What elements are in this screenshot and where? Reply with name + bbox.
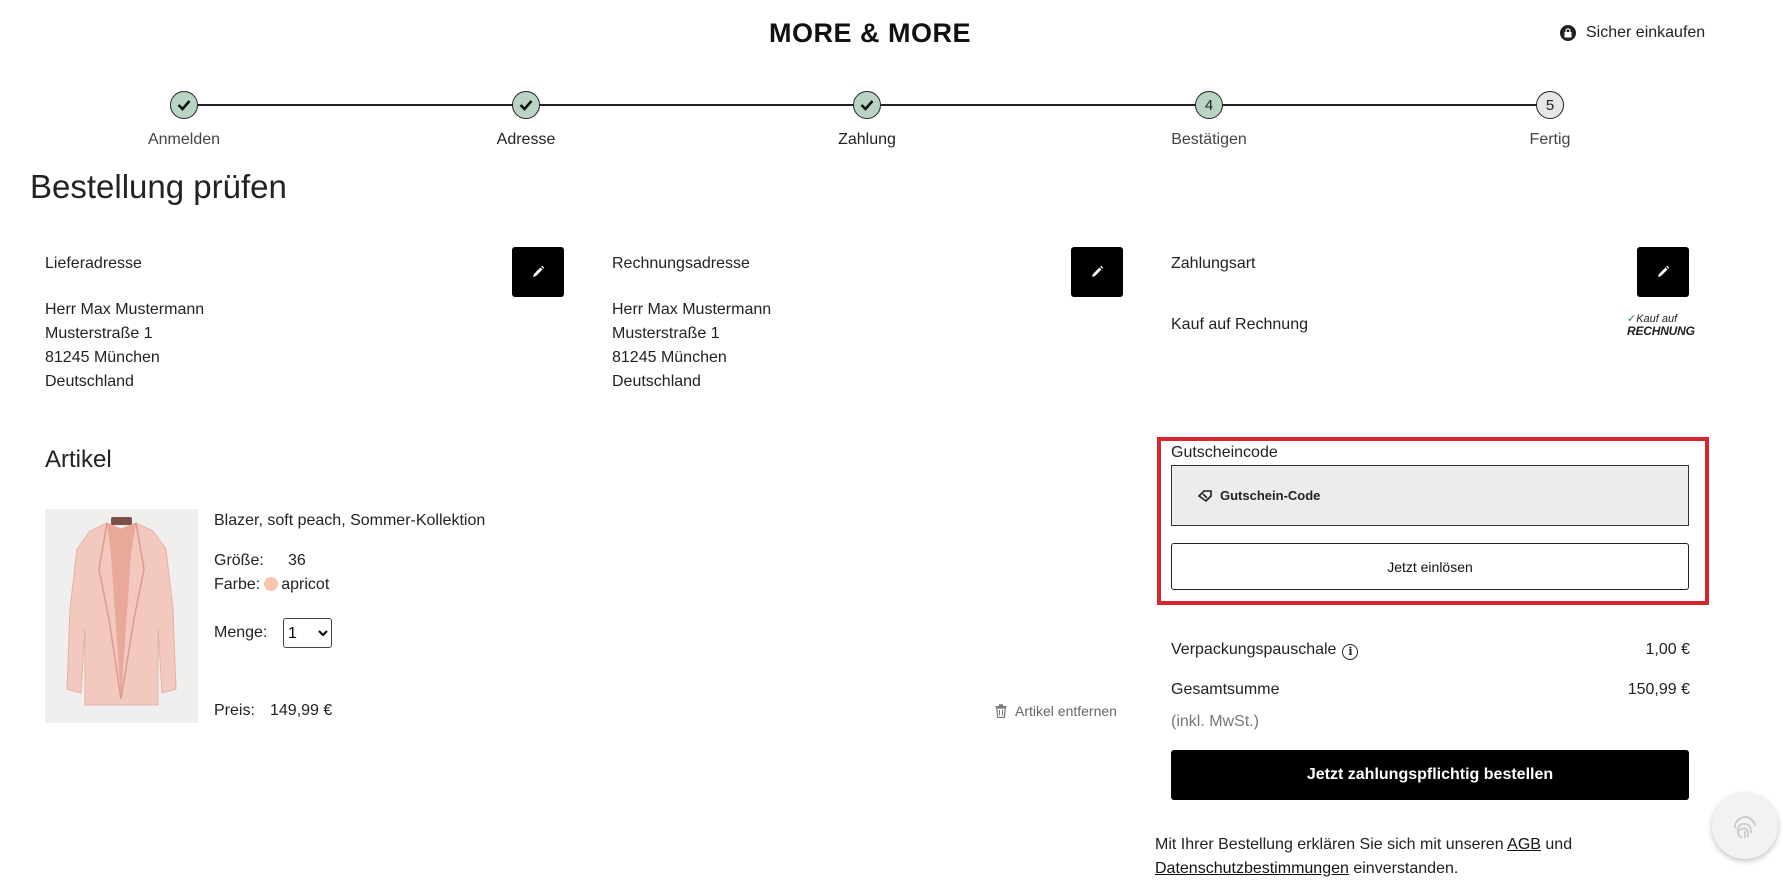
payment-method: Kauf auf Rechnung	[1171, 316, 1308, 333]
vat-note: (inkl. MwSt.)	[1171, 713, 1259, 730]
step-5-number: 5	[1536, 91, 1564, 119]
fingerprint-widget-button[interactable]	[1712, 793, 1778, 859]
privacy-link[interactable]: Datenschutzbestimmungen	[1155, 860, 1349, 877]
billing-name: Herr Max Mustermann	[612, 301, 772, 318]
step-2-check	[512, 91, 540, 119]
edit-shipping-button[interactable]	[512, 247, 564, 297]
item-color-value: apricot	[281, 576, 330, 593]
pencil-icon	[533, 265, 545, 277]
remove-item-button[interactable]: Artikel entfernen	[995, 703, 1117, 719]
pencil-icon	[1092, 265, 1104, 277]
item-color: Farbe: apricot	[214, 576, 329, 594]
ticket-icon	[1198, 489, 1212, 502]
secure-label: Sicher einkaufen	[1586, 24, 1706, 41]
packaging-label: Verpackungspauschale	[1171, 641, 1337, 658]
place-order-button[interactable]: Jetzt zahlungspflichtig bestellen	[1171, 750, 1689, 800]
legal-suffix: einverstanden.	[1353, 860, 1459, 877]
lock-icon	[1560, 25, 1576, 41]
shipping-name: Herr Max Mustermann	[45, 301, 205, 318]
edit-billing-button[interactable]	[1071, 247, 1123, 297]
pencil-icon	[1658, 265, 1670, 277]
billing-city: 81245 München	[612, 349, 727, 366]
coupon-label: Gutscheincode	[1171, 444, 1278, 461]
item-price-label: Preis:	[214, 702, 255, 719]
step-label-bestaetigen: Bestätigen	[1171, 131, 1247, 148]
item-name[interactable]: Blazer, soft peach, Sommer-Kollektion	[214, 512, 485, 530]
agb-link[interactable]: AGB	[1507, 836, 1541, 853]
shipping-address: Herr Max Mustermann Musterstraße 1 81245…	[45, 298, 204, 394]
total-label: Gesamtsumme	[1171, 681, 1280, 698]
edit-payment-button[interactable]	[1637, 247, 1689, 297]
info-icon[interactable]: i	[1342, 643, 1359, 660]
step-label-adresse[interactable]: Adresse	[426, 131, 626, 149]
quantity-select[interactable]: 1	[283, 618, 332, 648]
remove-item-label: Artikel entfernen	[1015, 703, 1117, 719]
billing-address: Herr Max Mustermann Musterstraße 1 81245…	[612, 298, 771, 394]
step-3-check	[853, 91, 881, 119]
billing-country: Deutschland	[612, 373, 701, 390]
check-icon	[177, 100, 191, 111]
step-label-fertig: Fertig	[1529, 131, 1571, 148]
item-qty-label: Menge:	[214, 624, 268, 641]
item-size-label: Größe:	[214, 552, 264, 569]
billing-title: Rechnungsadresse	[612, 255, 750, 272]
item-size: 36	[288, 552, 306, 569]
check-icon	[519, 100, 533, 111]
legal-and: und	[1545, 836, 1573, 853]
logo-line-2: RECHNUNG	[1627, 324, 1695, 338]
shipping-country: Deutschland	[45, 373, 134, 390]
trash-icon	[995, 704, 1007, 718]
articles-title: Artikel	[45, 446, 112, 473]
step-label-anmelden[interactable]: Anmelden	[84, 131, 284, 149]
page-title: Bestellung prüfen	[30, 168, 287, 205]
product-image[interactable]	[45, 509, 198, 723]
step-4-number: 4	[1195, 91, 1223, 119]
color-swatch	[264, 577, 279, 591]
packaging-fee: Verpackungspauschale i	[1171, 641, 1359, 660]
total-value: 150,99 €	[1627, 681, 1690, 698]
kauf-auf-rechnung-logo: ✓Kauf auf RECHNUNG	[1627, 313, 1695, 338]
step-1-check	[170, 91, 198, 119]
item-price: 149,99 €	[270, 702, 333, 719]
brand-logo[interactable]: MORE & MORE	[0, 18, 1740, 49]
shipping-street: Musterstraße 1	[45, 325, 153, 342]
secure-shopping-note: Sicher einkaufen	[1560, 24, 1705, 42]
shipping-city: 81245 München	[45, 349, 160, 366]
coupon-placeholder: Gutschein-Code	[1220, 488, 1321, 503]
packaging-value: 1,00 €	[1645, 641, 1690, 658]
billing-street: Musterstraße 1	[612, 325, 720, 342]
redeem-coupon-button[interactable]: Jetzt einlösen	[1171, 543, 1689, 590]
item-color-label: Farbe:	[214, 576, 261, 593]
shipping-title: Lieferadresse	[45, 255, 142, 272]
coupon-input[interactable]: Gutschein-Code	[1171, 465, 1689, 526]
fingerprint-icon	[1734, 816, 1756, 838]
check-icon	[860, 100, 874, 111]
step-label-zahlung[interactable]: Zahlung	[767, 131, 967, 149]
payment-title: Zahlungsart	[1171, 255, 1256, 272]
legal-notice: Mit Ihrer Bestellung erklären Sie sich m…	[1155, 833, 1715, 881]
legal-prefix: Mit Ihrer Bestellung erklären Sie sich m…	[1155, 836, 1504, 853]
